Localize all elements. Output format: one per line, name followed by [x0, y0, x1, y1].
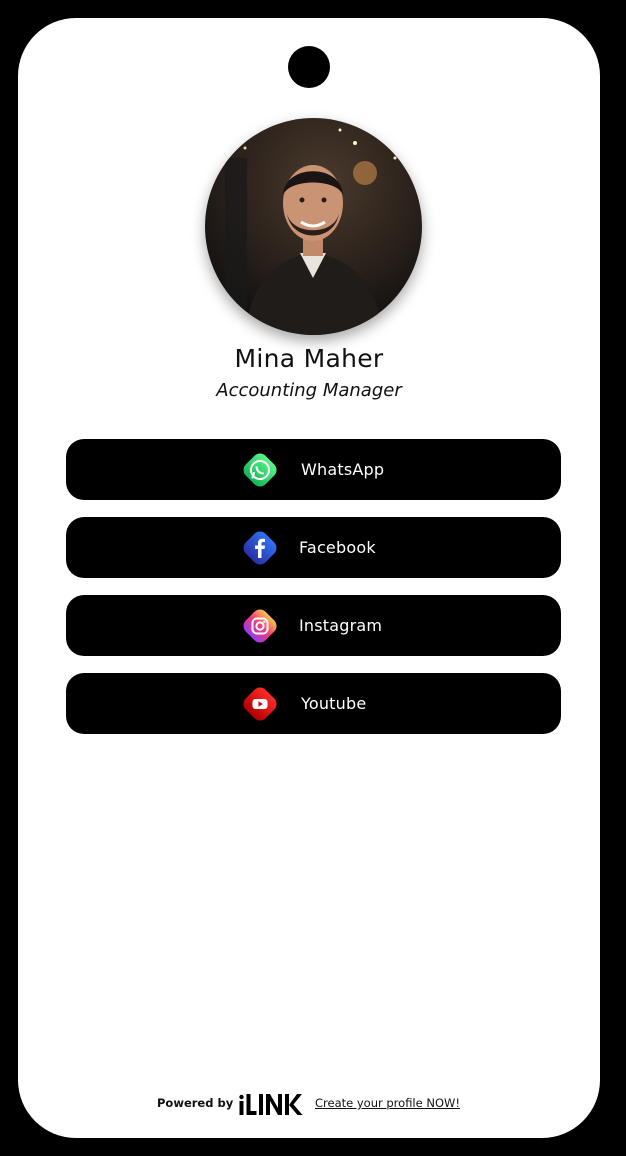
social-links: WhatsApp Facebook Instagram Youtube [66, 439, 561, 751]
profile-card: Mina Maher Accounting Manager WhatsApp F… [18, 18, 600, 1138]
create-profile-link[interactable]: Create your profile NOW! [315, 1096, 460, 1110]
facebook-label: Facebook [299, 538, 376, 557]
avatar [205, 118, 422, 335]
facebook-icon [240, 528, 280, 568]
whatsapp-label: WhatsApp [301, 460, 385, 479]
whatsapp-button[interactable]: WhatsApp [66, 439, 561, 500]
whatsapp-icon [240, 450, 280, 490]
instagram-button[interactable]: Instagram [66, 595, 561, 656]
profile-title: Accounting Manager [216, 380, 402, 401]
footer: Powered by Create your profile NOW! [18, 1090, 600, 1118]
youtube-icon [240, 684, 280, 724]
facebook-button[interactable]: Facebook [66, 517, 561, 578]
powered-by-text: Powered by [157, 1096, 234, 1110]
ilink-logo[interactable] [238, 1092, 304, 1116]
instagram-label: Instagram [299, 616, 383, 635]
youtube-label: Youtube [301, 694, 367, 713]
youtube-button[interactable]: Youtube [66, 673, 561, 734]
instagram-icon [240, 606, 280, 646]
camera-cutout [288, 46, 330, 88]
profile-name: Mina Maher [234, 344, 384, 373]
